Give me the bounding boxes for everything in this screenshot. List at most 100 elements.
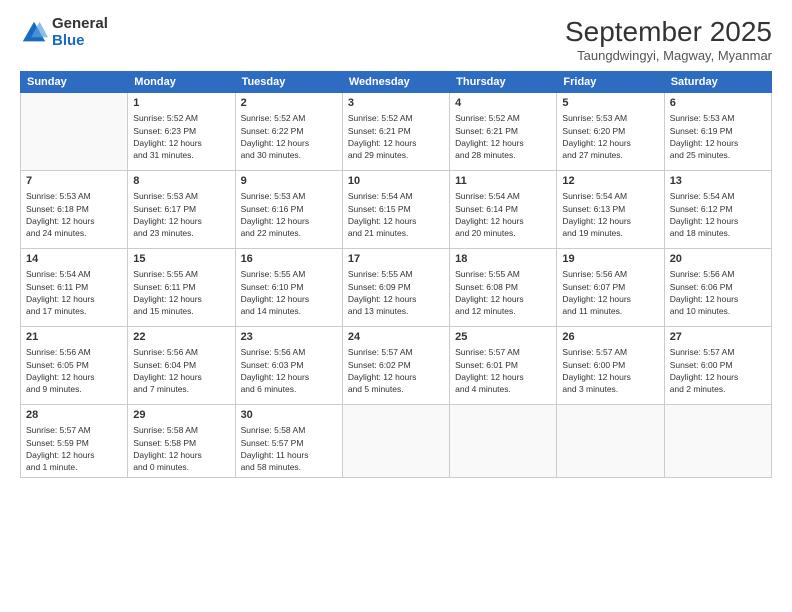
- table-row: 28Sunrise: 5:57 AM Sunset: 5:59 PM Dayli…: [21, 405, 128, 478]
- day-info: Sunrise: 5:52 AM Sunset: 6:22 PM Dayligh…: [241, 112, 337, 161]
- table-row: 10Sunrise: 5:54 AM Sunset: 6:15 PM Dayli…: [342, 171, 449, 249]
- title-section: September 2025 Taungdwingyi, Magway, Mya…: [565, 16, 772, 63]
- table-row: 5Sunrise: 5:53 AM Sunset: 6:20 PM Daylig…: [557, 93, 664, 171]
- day-number: 29: [133, 408, 229, 423]
- location-subtitle: Taungdwingyi, Magway, Myanmar: [565, 48, 772, 63]
- day-info: Sunrise: 5:54 AM Sunset: 6:12 PM Dayligh…: [670, 190, 766, 239]
- day-number: 15: [133, 252, 229, 267]
- table-row: [21, 93, 128, 171]
- day-number: 16: [241, 252, 337, 267]
- table-row: 14Sunrise: 5:54 AM Sunset: 6:11 PM Dayli…: [21, 249, 128, 327]
- table-row: 15Sunrise: 5:55 AM Sunset: 6:11 PM Dayli…: [128, 249, 235, 327]
- weekday-header-row: Sunday Monday Tuesday Wednesday Thursday…: [21, 72, 772, 93]
- day-number: 13: [670, 174, 766, 189]
- day-number: 3: [348, 96, 444, 111]
- table-row: 7Sunrise: 5:53 AM Sunset: 6:18 PM Daylig…: [21, 171, 128, 249]
- day-info: Sunrise: 5:57 AM Sunset: 6:02 PM Dayligh…: [348, 346, 444, 395]
- header: General Blue September 2025 Taungdwingyi…: [20, 16, 772, 63]
- day-number: 22: [133, 330, 229, 345]
- table-row: 9Sunrise: 5:53 AM Sunset: 6:16 PM Daylig…: [235, 171, 342, 249]
- table-row: [342, 405, 449, 478]
- day-number: 7: [26, 174, 122, 189]
- day-info: Sunrise: 5:56 AM Sunset: 6:03 PM Dayligh…: [241, 346, 337, 395]
- day-info: Sunrise: 5:55 AM Sunset: 6:08 PM Dayligh…: [455, 268, 551, 317]
- table-row: 25Sunrise: 5:57 AM Sunset: 6:01 PM Dayli…: [450, 327, 557, 405]
- table-row: 30Sunrise: 5:58 AM Sunset: 5:57 PM Dayli…: [235, 405, 342, 478]
- table-row: [557, 405, 664, 478]
- day-number: 11: [455, 174, 551, 189]
- day-number: 21: [26, 330, 122, 345]
- day-info: Sunrise: 5:56 AM Sunset: 6:05 PM Dayligh…: [26, 346, 122, 395]
- month-title: September 2025: [565, 16, 772, 48]
- day-number: 26: [562, 330, 658, 345]
- day-info: Sunrise: 5:55 AM Sunset: 6:10 PM Dayligh…: [241, 268, 337, 317]
- day-info: Sunrise: 5:52 AM Sunset: 6:23 PM Dayligh…: [133, 112, 229, 161]
- day-info: Sunrise: 5:54 AM Sunset: 6:13 PM Dayligh…: [562, 190, 658, 239]
- day-info: Sunrise: 5:54 AM Sunset: 6:11 PM Dayligh…: [26, 268, 122, 317]
- day-number: 18: [455, 252, 551, 267]
- day-info: Sunrise: 5:57 AM Sunset: 5:59 PM Dayligh…: [26, 424, 122, 473]
- day-number: 4: [455, 96, 551, 111]
- header-sunday: Sunday: [21, 72, 128, 93]
- table-row: 21Sunrise: 5:56 AM Sunset: 6:05 PM Dayli…: [21, 327, 128, 405]
- table-row: 4Sunrise: 5:52 AM Sunset: 6:21 PM Daylig…: [450, 93, 557, 171]
- day-info: Sunrise: 5:55 AM Sunset: 6:11 PM Dayligh…: [133, 268, 229, 317]
- table-row: 11Sunrise: 5:54 AM Sunset: 6:14 PM Dayli…: [450, 171, 557, 249]
- header-saturday: Saturday: [664, 72, 771, 93]
- day-info: Sunrise: 5:52 AM Sunset: 6:21 PM Dayligh…: [455, 112, 551, 161]
- day-number: 10: [348, 174, 444, 189]
- logo-general-text: General: [52, 16, 108, 33]
- table-row: 29Sunrise: 5:58 AM Sunset: 5:58 PM Dayli…: [128, 405, 235, 478]
- header-tuesday: Tuesday: [235, 72, 342, 93]
- day-info: Sunrise: 5:53 AM Sunset: 6:19 PM Dayligh…: [670, 112, 766, 161]
- day-number: 17: [348, 252, 444, 267]
- day-info: Sunrise: 5:57 AM Sunset: 6:01 PM Dayligh…: [455, 346, 551, 395]
- table-row: [450, 405, 557, 478]
- header-wednesday: Wednesday: [342, 72, 449, 93]
- day-info: Sunrise: 5:53 AM Sunset: 6:18 PM Dayligh…: [26, 190, 122, 239]
- logo-icon: [20, 19, 48, 47]
- day-info: Sunrise: 5:57 AM Sunset: 6:00 PM Dayligh…: [562, 346, 658, 395]
- day-info: Sunrise: 5:53 AM Sunset: 6:16 PM Dayligh…: [241, 190, 337, 239]
- logo-blue-text: Blue: [52, 33, 108, 50]
- logo-text: General Blue: [52, 16, 108, 49]
- day-number: 27: [670, 330, 766, 345]
- day-info: Sunrise: 5:56 AM Sunset: 6:07 PM Dayligh…: [562, 268, 658, 317]
- table-row: 27Sunrise: 5:57 AM Sunset: 6:00 PM Dayli…: [664, 327, 771, 405]
- table-row: 8Sunrise: 5:53 AM Sunset: 6:17 PM Daylig…: [128, 171, 235, 249]
- page: General Blue September 2025 Taungdwingyi…: [0, 0, 792, 612]
- day-number: 19: [562, 252, 658, 267]
- day-number: 8: [133, 174, 229, 189]
- calendar-table: Sunday Monday Tuesday Wednesday Thursday…: [20, 71, 772, 478]
- day-number: 14: [26, 252, 122, 267]
- day-number: 12: [562, 174, 658, 189]
- day-number: 2: [241, 96, 337, 111]
- table-row: 1Sunrise: 5:52 AM Sunset: 6:23 PM Daylig…: [128, 93, 235, 171]
- day-info: Sunrise: 5:56 AM Sunset: 6:04 PM Dayligh…: [133, 346, 229, 395]
- day-info: Sunrise: 5:52 AM Sunset: 6:21 PM Dayligh…: [348, 112, 444, 161]
- day-info: Sunrise: 5:54 AM Sunset: 6:14 PM Dayligh…: [455, 190, 551, 239]
- day-number: 5: [562, 96, 658, 111]
- table-row: 6Sunrise: 5:53 AM Sunset: 6:19 PM Daylig…: [664, 93, 771, 171]
- header-monday: Monday: [128, 72, 235, 93]
- day-info: Sunrise: 5:55 AM Sunset: 6:09 PM Dayligh…: [348, 268, 444, 317]
- day-number: 1: [133, 96, 229, 111]
- table-row: 12Sunrise: 5:54 AM Sunset: 6:13 PM Dayli…: [557, 171, 664, 249]
- table-row: [664, 405, 771, 478]
- day-number: 9: [241, 174, 337, 189]
- day-number: 23: [241, 330, 337, 345]
- table-row: 23Sunrise: 5:56 AM Sunset: 6:03 PM Dayli…: [235, 327, 342, 405]
- table-row: 26Sunrise: 5:57 AM Sunset: 6:00 PM Dayli…: [557, 327, 664, 405]
- table-row: 2Sunrise: 5:52 AM Sunset: 6:22 PM Daylig…: [235, 93, 342, 171]
- header-friday: Friday: [557, 72, 664, 93]
- day-info: Sunrise: 5:54 AM Sunset: 6:15 PM Dayligh…: [348, 190, 444, 239]
- day-info: Sunrise: 5:56 AM Sunset: 6:06 PM Dayligh…: [670, 268, 766, 317]
- day-number: 20: [670, 252, 766, 267]
- table-row: 17Sunrise: 5:55 AM Sunset: 6:09 PM Dayli…: [342, 249, 449, 327]
- header-thursday: Thursday: [450, 72, 557, 93]
- day-info: Sunrise: 5:58 AM Sunset: 5:57 PM Dayligh…: [241, 424, 337, 473]
- day-number: 24: [348, 330, 444, 345]
- table-row: 24Sunrise: 5:57 AM Sunset: 6:02 PM Dayli…: [342, 327, 449, 405]
- table-row: 3Sunrise: 5:52 AM Sunset: 6:21 PM Daylig…: [342, 93, 449, 171]
- table-row: 18Sunrise: 5:55 AM Sunset: 6:08 PM Dayli…: [450, 249, 557, 327]
